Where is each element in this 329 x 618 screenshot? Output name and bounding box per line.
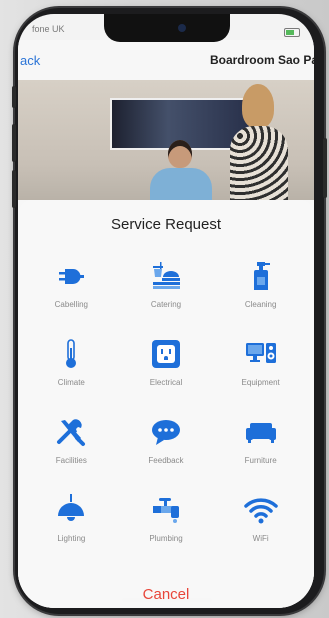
- service-label: Cleaning: [244, 300, 277, 309]
- spray-bottle-icon: [244, 260, 278, 292]
- power-button: [323, 138, 327, 198]
- service-grid: Cabelling Catering Cleaning Climate Elec…: [24, 260, 308, 572]
- service-label: WiFi: [252, 534, 269, 543]
- outlet-icon: [149, 338, 183, 370]
- service-electrical[interactable]: Electrical: [119, 338, 214, 416]
- plug-icon: [54, 260, 88, 292]
- sheet-title: Service Request: [110, 216, 222, 233]
- screen: fone UK ack Boardroom Sao Pa Service Req…: [18, 14, 314, 608]
- service-label: Facilities: [55, 456, 87, 465]
- notch: [104, 14, 230, 42]
- service-label: Lighting: [57, 534, 86, 543]
- thermometer-icon: [54, 338, 88, 370]
- lamp-icon: [54, 494, 88, 526]
- volume-up-button: [12, 124, 16, 162]
- service-label: Feedback: [148, 456, 184, 465]
- service-label: Plumbing: [149, 534, 183, 543]
- volume-down-button: [12, 170, 16, 208]
- chat-bubble-icon: [149, 416, 183, 448]
- status-right: [284, 24, 300, 40]
- catering-icon: [149, 260, 183, 292]
- service-label: Catering: [150, 300, 182, 309]
- monitor-speaker-icon: [244, 338, 278, 370]
- service-label: Furniture: [244, 456, 277, 465]
- service-equipment[interactable]: Equipment: [213, 338, 308, 416]
- service-label: Equipment: [241, 378, 280, 387]
- service-feedback[interactable]: Feedback: [119, 416, 214, 494]
- back-button[interactable]: ack: [20, 53, 40, 68]
- battery-icon: [284, 27, 300, 37]
- person-standing: [224, 80, 294, 200]
- service-catering[interactable]: Catering: [119, 260, 214, 338]
- service-label: Electrical: [149, 378, 183, 387]
- service-label: Climate: [57, 378, 85, 387]
- service-plumbing[interactable]: Plumbing: [119, 494, 214, 572]
- room-photo: [18, 80, 314, 200]
- service-lighting[interactable]: Lighting: [24, 494, 119, 572]
- carrier-label: fone UK: [32, 24, 65, 34]
- service-cleaning[interactable]: Cleaning: [213, 260, 308, 338]
- service-cabelling[interactable]: Cabelling: [24, 260, 119, 338]
- service-climate[interactable]: Climate: [24, 338, 119, 416]
- faucet-icon: [149, 494, 183, 526]
- page-title: Boardroom Sao Pa: [209, 53, 314, 67]
- cancel-button[interactable]: Cancel: [18, 586, 314, 603]
- service-label: Cabelling: [54, 300, 88, 309]
- service-facilities[interactable]: Facilities: [24, 416, 119, 494]
- mute-switch: [12, 86, 16, 108]
- service-request-sheet: Service Request Cabelling Catering Clean…: [18, 200, 314, 608]
- camera: [178, 24, 186, 32]
- sofa-icon: [244, 416, 278, 448]
- navigation-bar: ack Boardroom Sao Pa: [18, 40, 314, 80]
- person-seated: [146, 140, 216, 200]
- tools-icon: [54, 416, 88, 448]
- service-wifi[interactable]: WiFi: [213, 494, 308, 572]
- wifi-icon: [243, 494, 278, 526]
- service-furniture[interactable]: Furniture: [213, 416, 308, 494]
